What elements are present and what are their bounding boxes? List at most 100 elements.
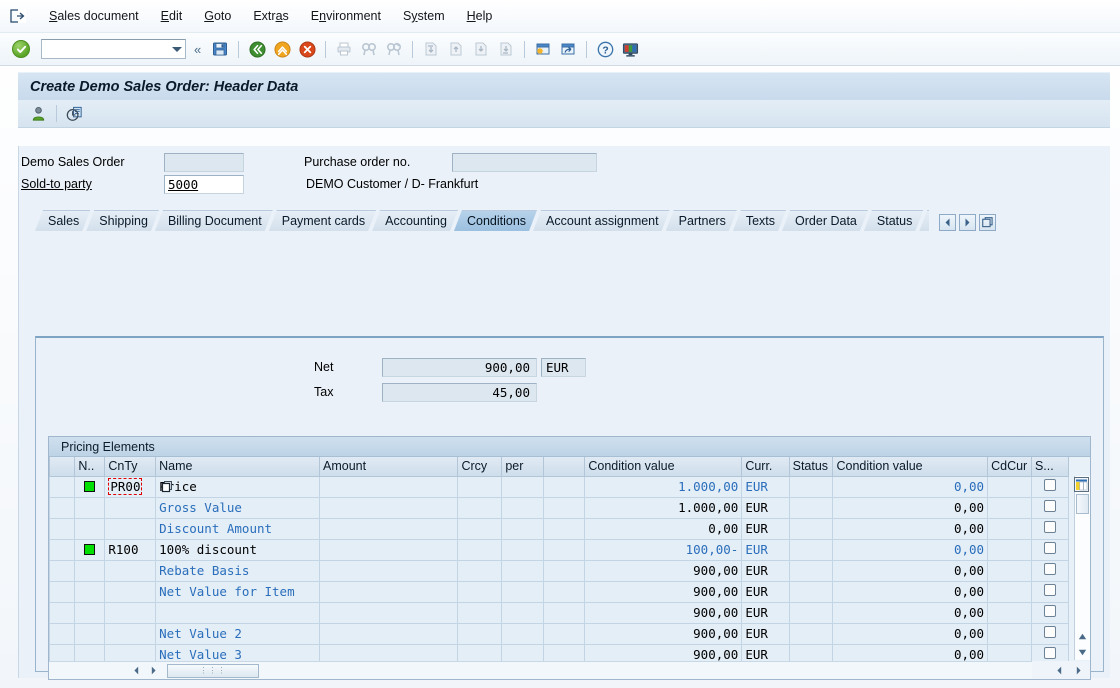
currency-cell[interactable]: EUR bbox=[741, 517, 790, 540]
condition-value-2-cell[interactable]: 0,00 bbox=[832, 622, 989, 645]
condition-value-cell[interactable]: 900,00 bbox=[584, 622, 743, 645]
condition-name-cell[interactable] bbox=[155, 601, 320, 624]
amount-cell[interactable] bbox=[318, 559, 459, 582]
menu-item-sales-document[interactable]: Sales document bbox=[38, 6, 150, 26]
grid-horizontal-scrollbar[interactable]: ⋮⋮⋮ bbox=[49, 661, 1074, 679]
crcy-cell[interactable] bbox=[457, 559, 503, 582]
net-value-input[interactable]: 900,00 bbox=[382, 357, 537, 377]
amount-cell[interactable] bbox=[318, 622, 459, 645]
status-cell[interactable] bbox=[788, 496, 834, 519]
menu-item-help[interactable]: Help bbox=[456, 6, 504, 26]
tab-scroll-right-icon[interactable] bbox=[959, 214, 977, 231]
condition-type-cell[interactable]: R100 bbox=[104, 538, 157, 561]
condition-type-cell[interactable] bbox=[104, 559, 157, 582]
statistical-cell[interactable] bbox=[1030, 517, 1070, 540]
currency-cell[interactable]: EUR bbox=[741, 580, 790, 603]
row-selector[interactable] bbox=[48, 538, 76, 561]
tab-partners[interactable]: Partners bbox=[666, 210, 737, 231]
column-config-icon[interactable] bbox=[1074, 477, 1089, 492]
sold-to-party-input[interactable]: 5000 bbox=[164, 174, 244, 194]
menu-item-extras[interactable]: Extras bbox=[242, 6, 299, 26]
status-cell[interactable] bbox=[788, 538, 834, 561]
command-dropdown-arrow[interactable] bbox=[172, 47, 182, 52]
per-cell[interactable] bbox=[501, 496, 544, 519]
condition-name-cell[interactable]: 100% discount bbox=[155, 538, 320, 561]
col-cnty[interactable]: CnTy bbox=[104, 457, 157, 477]
condition-type-cell[interactable] bbox=[104, 622, 157, 645]
tab-sales[interactable]: Sales bbox=[35, 210, 90, 231]
cdcur-cell[interactable] bbox=[987, 475, 1032, 498]
table-row[interactable]: PR00 Price 1.000,00 EUR 0,00 bbox=[48, 475, 1070, 498]
cursor-copy-icon[interactable] bbox=[161, 480, 175, 496]
statistical-cell[interactable] bbox=[1030, 559, 1070, 582]
sold-to-party-label[interactable]: Sold-to party bbox=[19, 177, 164, 191]
condition-value-2-cell[interactable]: 0,00 bbox=[832, 601, 989, 624]
help-icon[interactable]: ? bbox=[594, 38, 616, 60]
status-cell[interactable] bbox=[788, 517, 834, 540]
unit-cell[interactable] bbox=[542, 601, 586, 624]
tab-conditions[interactable]: Conditions bbox=[454, 210, 537, 231]
menu-item-edit[interactable]: Edit bbox=[150, 6, 194, 26]
create-shortcut-icon[interactable] bbox=[557, 38, 579, 60]
col-n[interactable]: N.. bbox=[74, 457, 106, 477]
statistical-cell[interactable] bbox=[1030, 496, 1070, 519]
statistical-checkbox[interactable] bbox=[1043, 500, 1056, 512]
crcy-cell[interactable] bbox=[457, 538, 503, 561]
crcy-cell[interactable] bbox=[457, 496, 503, 519]
condition-value-cell[interactable]: 1.000,00 bbox=[584, 496, 743, 519]
status-cell[interactable] bbox=[788, 475, 834, 498]
statistical-checkbox[interactable] bbox=[1043, 542, 1056, 554]
condition-type-cell[interactable]: PR00 bbox=[104, 475, 157, 498]
statistical-checkbox[interactable] bbox=[1043, 479, 1056, 491]
cdcur-cell[interactable] bbox=[987, 622, 1032, 645]
customize-local-layout-icon[interactable] bbox=[619, 38, 641, 60]
currency-cell[interactable]: EUR bbox=[741, 496, 790, 519]
demo-sales-order-input[interactable] bbox=[164, 152, 244, 172]
table-row[interactable]: R100 100% discount 100,00- EUR 0,00 bbox=[48, 538, 1070, 561]
cdcur-cell[interactable] bbox=[987, 496, 1032, 519]
per-cell[interactable] bbox=[501, 580, 544, 603]
double-chevron-left-icon[interactable]: « bbox=[189, 42, 206, 57]
condition-name-cell[interactable]: Rebate Basis bbox=[155, 559, 320, 582]
crcy-cell[interactable] bbox=[457, 601, 503, 624]
col-s[interactable]: S... bbox=[1030, 457, 1070, 477]
amount-cell[interactable] bbox=[318, 517, 459, 540]
green-check-icon[interactable] bbox=[12, 40, 30, 58]
grid-vertical-scrollbar[interactable] bbox=[1074, 476, 1090, 660]
sap-system-menu-icon[interactable] bbox=[8, 7, 28, 25]
condition-value-2-cell[interactable]: 0,00 bbox=[832, 538, 989, 561]
statistical-checkbox[interactable] bbox=[1043, 584, 1056, 596]
tab-list-icon[interactable] bbox=[979, 214, 997, 231]
col-curr[interactable]: Curr. bbox=[741, 457, 790, 477]
condition-value-cell[interactable]: 900,00 bbox=[584, 559, 743, 582]
table-row[interactable]: 900,00 EUR 0,00 bbox=[48, 601, 1070, 624]
tab-account-assignment[interactable]: Account assignment bbox=[533, 210, 670, 231]
menu-item-goto[interactable]: Goto bbox=[193, 6, 242, 26]
col-cdcur[interactable]: CdCur bbox=[987, 457, 1032, 477]
col-crcy[interactable]: Crcy bbox=[457, 457, 503, 477]
row-selector[interactable] bbox=[48, 517, 76, 540]
amount-cell[interactable] bbox=[318, 538, 459, 561]
status-cell[interactable] bbox=[788, 622, 834, 645]
document-copy-icon[interactable] bbox=[63, 102, 87, 126]
condition-type-cell[interactable] bbox=[104, 601, 157, 624]
condition-value-2-cell[interactable]: 0,00 bbox=[832, 517, 989, 540]
condition-name-cell[interactable]: Net Value for Item bbox=[155, 580, 320, 603]
table-row[interactable]: Net Value for Item 900,00 EUR 0,00 bbox=[48, 580, 1070, 603]
table-row[interactable]: Rebate Basis 900,00 EUR 0,00 bbox=[48, 559, 1070, 582]
amount-cell[interactable] bbox=[318, 580, 459, 603]
condition-value-2-cell[interactable]: 0,00 bbox=[832, 580, 989, 603]
scroll-left-icon[interactable] bbox=[129, 663, 144, 678]
col-amount[interactable]: Amount bbox=[318, 457, 459, 477]
currency-cell[interactable]: EUR bbox=[741, 601, 790, 624]
per-cell[interactable] bbox=[501, 601, 544, 624]
condition-value-2-cell[interactable]: 0,00 bbox=[832, 559, 989, 582]
condition-value-2-cell[interactable]: 0,00 bbox=[832, 475, 989, 498]
condition-type-cell[interactable] bbox=[104, 517, 157, 540]
col-per[interactable]: per bbox=[501, 457, 544, 477]
unit-cell[interactable] bbox=[542, 538, 586, 561]
currency-cell[interactable]: EUR bbox=[741, 538, 790, 561]
statistical-checkbox[interactable] bbox=[1043, 626, 1056, 638]
cdcur-cell[interactable] bbox=[987, 580, 1032, 603]
amount-cell[interactable] bbox=[318, 496, 459, 519]
